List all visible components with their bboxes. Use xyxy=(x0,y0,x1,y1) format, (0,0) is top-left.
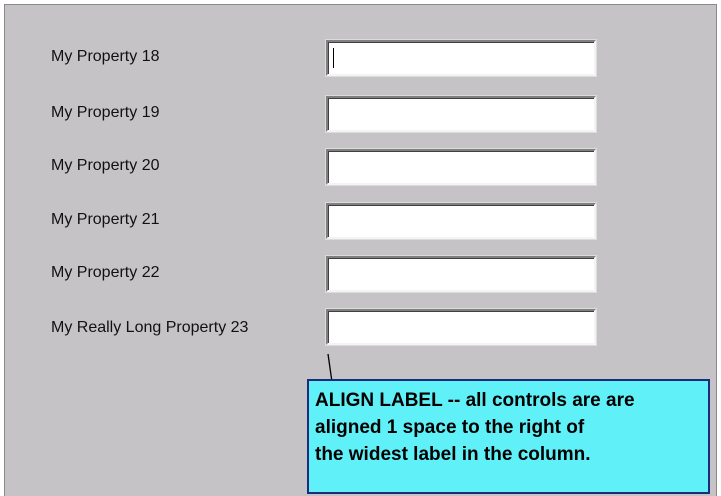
field-my-really-long-property-23[interactable] xyxy=(325,308,597,346)
align-label-callout: ALIGN LABEL -- all controls are are alig… xyxy=(307,379,710,494)
text-caret xyxy=(333,48,334,68)
field-my-property-21[interactable] xyxy=(325,202,597,240)
field-inner xyxy=(328,151,594,183)
field-my-property-22[interactable] xyxy=(325,255,597,293)
field-my-property-20[interactable] xyxy=(325,148,597,186)
callout-line-3: the widest label in the column. xyxy=(315,444,591,465)
label-my-property-19: My Property 19 xyxy=(51,104,160,121)
field-inner xyxy=(328,258,594,290)
field-inner xyxy=(328,311,594,343)
field-inner xyxy=(328,205,594,237)
field-my-property-18[interactable] xyxy=(325,39,597,77)
label-my-property-20: My Property 20 xyxy=(51,157,160,174)
callout-line-1: ALIGN LABEL -- all controls are are xyxy=(315,390,635,411)
label-my-property-22: My Property 22 xyxy=(51,264,160,281)
field-my-property-19[interactable] xyxy=(325,95,597,133)
callout-line-2: aligned 1 space to the right of xyxy=(315,417,585,438)
field-inner xyxy=(328,98,594,130)
label-my-property-18: My Property 18 xyxy=(51,48,160,65)
label-my-really-long-property-23: My Really Long Property 23 xyxy=(51,319,249,336)
field-inner xyxy=(328,42,594,74)
label-my-property-21: My Property 21 xyxy=(51,211,160,228)
